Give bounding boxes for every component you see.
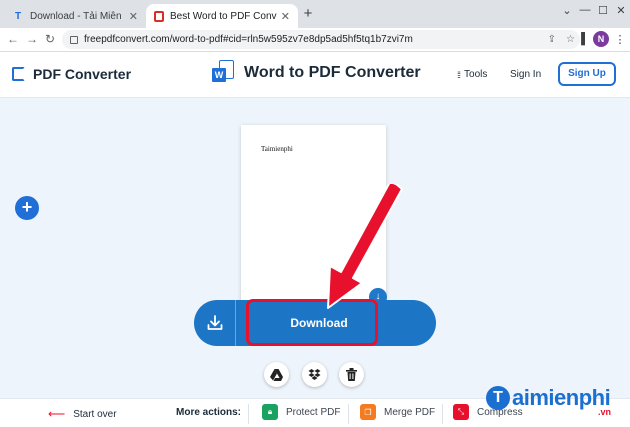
sign-in-link[interactable]: Sign In [510, 69, 541, 80]
url-text: freepdfconvert.com/word-to-pdf#cid=rln5w… [84, 34, 413, 45]
watermark-brand: aimienphi [512, 385, 611, 410]
sidebar-toggle-icon[interactable]: ▐ [575, 33, 587, 45]
back-arrow-icon[interactable]: ← [6, 32, 20, 46]
divider [248, 404, 249, 424]
start-over-label: Start over [73, 408, 117, 420]
more-actions-label: More actions: [176, 407, 242, 418]
tools-label: Tools [464, 69, 488, 80]
google-drive-button[interactable] [264, 362, 289, 387]
taimienphi-watermark: T aimienphi .vn [486, 385, 611, 417]
lock-icon [70, 35, 78, 44]
browser-tab-download[interactable]: T Download - Tải Miễn Phí VN - Ph ✕ [4, 4, 146, 28]
site-header: PDF Converter W Word to PDF Converter ⁞⁞… [0, 52, 630, 98]
browser-toolbar: ← → ↻ freepdfconvert.com/word-to-pdf#cid… [0, 28, 630, 52]
dropbox-button[interactable] [302, 362, 327, 387]
address-bar[interactable]: freepdfconvert.com/word-to-pdf#cid=rln5w… [62, 30, 580, 49]
close-tab-icon[interactable]: ✕ [129, 10, 138, 23]
site-logo[interactable]: PDF Converter [12, 66, 131, 82]
divider [348, 404, 349, 424]
new-tab-button[interactable]: + [300, 6, 316, 22]
action-label: Merge PDF [384, 406, 436, 418]
red-pointer-arrow-icon [327, 184, 403, 309]
trash-icon [346, 368, 357, 381]
bookmark-star-icon[interactable]: ☆ [566, 34, 575, 45]
close-window-icon[interactable]: ✕ [614, 4, 628, 17]
maximize-window-icon[interactable]: ☐ [596, 4, 610, 17]
dropbox-icon [308, 368, 321, 380]
share-icon[interactable]: ⇪ [548, 34, 556, 45]
profile-avatar[interactable]: N [593, 31, 609, 47]
tab-title: Download - Tải Miễn Phí VN - Ph [30, 10, 125, 22]
tools-menu[interactable]: ⁞⁞ Tools [457, 69, 487, 80]
browser-tab-freepdfconvert[interactable]: Best Word to PDF Converter: Co ✕ [146, 4, 298, 28]
download-tray-icon [207, 315, 222, 330]
merge-pdf-action[interactable]: ❐ Merge PDF [360, 404, 435, 420]
forward-arrow-icon[interactable]: → [25, 32, 39, 46]
lock-icon: 🔒︎ [262, 404, 278, 420]
left-arrow-icon: ⟵ [48, 407, 66, 421]
grid-icon: ⁞⁞ [457, 69, 461, 80]
watermark-domain: .vn [598, 407, 612, 417]
preview-text: Taimienphi [261, 145, 293, 153]
action-label: Protect PDF [286, 406, 341, 418]
logo-text: PDF Converter [33, 66, 132, 82]
merge-icon: ❐ [360, 404, 376, 420]
compress-icon: ⤡ [453, 404, 469, 420]
google-drive-icon [270, 368, 283, 381]
tab-title: Best Word to PDF Converter: Co [170, 10, 277, 22]
add-file-button[interactable]: + [15, 196, 39, 220]
sign-up-button[interactable]: Sign Up [558, 62, 616, 86]
page-title-text: Word to PDF Converter [244, 64, 421, 81]
divider [442, 404, 443, 424]
download-tray-button[interactable] [194, 300, 236, 346]
start-over-link[interactable]: ⟵ Start over [48, 407, 117, 421]
page-title: W Word to PDF Converter [212, 60, 421, 86]
chevron-down-icon[interactable]: ⌄ [560, 4, 574, 17]
pdf-converter-logo-icon [12, 67, 25, 81]
browser-tabstrip: T Download - Tải Miễn Phí VN - Ph ✕ Best… [0, 0, 630, 28]
kebab-menu-icon[interactable]: ⋮ [614, 33, 626, 46]
taimienphi-favicon-icon: T [14, 10, 22, 22]
word-document-icon: W [212, 60, 234, 86]
protect-pdf-action[interactable]: 🔒︎ Protect PDF [262, 404, 340, 420]
close-tab-icon[interactable]: ✕ [281, 10, 290, 23]
delete-button[interactable] [339, 362, 364, 387]
pdf-favicon-icon [154, 10, 164, 22]
reload-icon[interactable]: ↻ [43, 32, 57, 46]
taimienphi-logo-icon: T [486, 386, 510, 410]
minimize-window-icon[interactable]: — [578, 4, 592, 16]
